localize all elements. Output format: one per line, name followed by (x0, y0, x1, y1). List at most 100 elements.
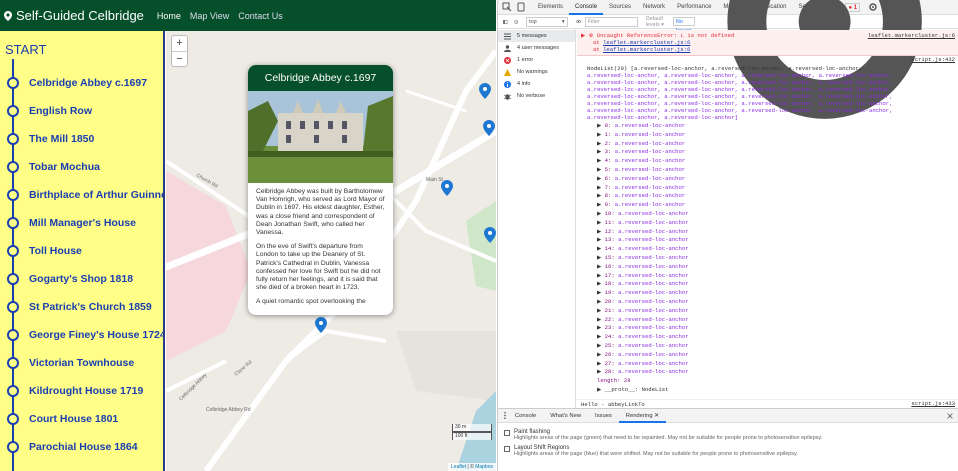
nodelist-item[interactable]: ▶ 13: a.reversed-loc-anchor (577, 236, 958, 245)
expand-arrow-icon[interactable]: ▶ (597, 236, 605, 243)
tab-console[interactable]: Console (569, 0, 604, 15)
stack-link[interactable]: leaflet.markercluster.js:6 (603, 46, 690, 53)
expand-arrow-icon[interactable]: ▶ (597, 333, 605, 340)
expand-arrow-icon[interactable]: ▶ (597, 245, 605, 252)
info-filter[interactable]: 4 info (498, 78, 575, 90)
nodelist-item[interactable]: ▶ 3: a.reversed-loc-anchor (577, 148, 958, 157)
map-marker-icon[interactable] (483, 120, 495, 136)
nodelist-item[interactable]: ▶ 10: a.reversed-loc-anchor (577, 210, 958, 219)
map-marker-icon[interactable] (441, 180, 453, 196)
nodelist-item[interactable]: ▶ 2: a.reversed-loc-anchor (577, 140, 958, 149)
user-messages-filter[interactable]: 4 user messages (498, 42, 575, 54)
nodelist-item[interactable]: ▶ 12: a.reversed-loc-anchor (577, 228, 958, 237)
expand-arrow-icon[interactable]: ▶ (581, 32, 585, 39)
nodelist-item[interactable]: ▶ 27: a.reversed-loc-anchor (577, 360, 958, 369)
nodelist-item[interactable]: ▶ 5: a.reversed-loc-anchor (577, 166, 958, 175)
device-toggle-icon[interactable] (516, 2, 526, 12)
tour-stop-label[interactable]: Parochial House 1864 (29, 441, 138, 453)
messages-filter[interactable]: 5 messages (498, 30, 575, 42)
nodelist-item[interactable]: ▶ 23: a.reversed-loc-anchor (577, 324, 958, 333)
nodelist-item[interactable]: ▶ 1: a.reversed-loc-anchor (577, 131, 958, 140)
nodelist-item[interactable]: ▶ 26: a.reversed-loc-anchor (577, 351, 958, 360)
nodelist-item[interactable]: ▶ 4: a.reversed-loc-anchor (577, 157, 958, 166)
nodelist-item[interactable]: ▶ 15: a.reversed-loc-anchor (577, 254, 958, 263)
nodelist-item[interactable]: ▶ 7: a.reversed-loc-anchor (577, 184, 958, 193)
tour-stop-label[interactable]: Court House 1801 (29, 413, 118, 425)
layout-shift-checkbox[interactable] (504, 446, 510, 452)
filter-input[interactable]: Filter (584, 16, 638, 27)
nodelist-item[interactable]: ▶ 6: a.reversed-loc-anchor (577, 175, 958, 184)
nodelist-log[interactable]: NodeList(29) [a.reversed-loc-anchor, a.r… (577, 64, 958, 122)
expand-arrow-icon[interactable]: ▶ (597, 210, 605, 217)
map-marker-icon[interactable] (479, 83, 491, 99)
verbose-filter[interactable]: No verbose (498, 90, 575, 102)
clear-console-icon[interactable] (514, 18, 519, 26)
tour-stop-label[interactable]: English Row (29, 105, 92, 117)
nodelist-item[interactable]: ▶ 25: a.reversed-loc-anchor (577, 342, 958, 351)
mapbox-link[interactable]: Mapbox (475, 464, 493, 470)
tour-stop-label[interactable]: Victorian Townhouse (29, 357, 134, 369)
tour-stop-label[interactable]: Gogarty's Shop 1818 (29, 273, 133, 285)
errors-filter[interactable]: 1 error (498, 54, 575, 66)
log-levels-dropdown[interactable]: Default levels ▾ (646, 16, 667, 28)
paint-flashing-checkbox[interactable] (504, 430, 510, 436)
expand-arrow-icon[interactable]: ▶ (597, 289, 605, 296)
tab-network[interactable]: Network (637, 0, 671, 15)
nav-map-view[interactable]: Map View (190, 11, 229, 21)
nodelist-item[interactable]: ▶ 17: a.reversed-loc-anchor (577, 272, 958, 281)
expand-arrow-icon[interactable]: ▶ (597, 219, 605, 226)
tour-stop-label[interactable]: George Finey's House 1724 (29, 329, 163, 341)
tour-stop-label[interactable]: Tobar Mochua (29, 161, 100, 173)
nodelist-item[interactable]: ▶ 19: a.reversed-loc-anchor (577, 289, 958, 298)
nodelist-item[interactable]: ▶ 28: a.reversed-loc-anchor (577, 368, 958, 377)
expand-arrow-icon[interactable]: ▶ (597, 131, 605, 138)
nodelist-item[interactable]: ▶ 11: a.reversed-loc-anchor (577, 219, 958, 228)
expand-arrow-icon[interactable]: ▶ (597, 166, 605, 173)
expand-arrow-icon[interactable]: ▶ (597, 360, 605, 367)
drawer-tab-issues[interactable]: Issues (588, 409, 619, 423)
expand-arrow-icon[interactable]: ▶ (597, 254, 605, 261)
expand-arrow-icon[interactable]: ▶ (597, 228, 605, 235)
expand-arrow-icon[interactable]: ▶ (597, 157, 605, 164)
brand[interactable]: Self-Guided Celbridge (2, 8, 144, 23)
expand-arrow-icon[interactable]: ▶ (597, 368, 605, 375)
map-marker-icon[interactable] (315, 317, 327, 333)
tour-stop-label[interactable]: The Mill 1850 (29, 133, 94, 145)
expand-arrow-icon[interactable]: ▶ (597, 351, 605, 358)
layout-shift-option[interactable]: Layout Shift Regions Highlights areas of … (498, 441, 958, 457)
expand-arrow-icon[interactable]: ▶ (597, 342, 605, 349)
expand-arrow-icon[interactable]: ▶ (597, 324, 605, 331)
drawer-tab-console[interactable]: Console (508, 409, 543, 423)
expand-arrow-icon[interactable]: ▶ (597, 316, 605, 323)
close-icon[interactable] (946, 412, 954, 420)
expand-arrow-icon[interactable]: ▶ (597, 298, 605, 305)
tour-stop-label[interactable]: Kildrought House 1719 (29, 385, 143, 397)
log-source-link[interactable]: script.js:433 (911, 400, 955, 407)
inspect-icon[interactable] (502, 2, 512, 12)
nav-home[interactable]: Home (157, 11, 181, 21)
nodelist-item[interactable]: ▶ 18: a.reversed-loc-anchor (577, 280, 958, 289)
nodelist-item[interactable]: ▶ 0: a.reversed-loc-anchor (577, 122, 958, 131)
nodelist-item[interactable]: ▶ 16: a.reversed-loc-anchor (577, 263, 958, 272)
expand-arrow-icon[interactable]: ▶ (597, 148, 605, 155)
expand-arrow-icon[interactable]: ▶ (597, 122, 605, 129)
expand-arrow-icon[interactable]: ▶ (597, 140, 605, 147)
zoom-out-button[interactable]: − (172, 51, 187, 66)
map-marker-icon[interactable] (484, 227, 496, 243)
tour-stop-label[interactable]: Mill Manager's House (29, 217, 136, 229)
stack-link[interactable]: leaflet.markercluster.js:6 (603, 39, 690, 46)
context-select[interactable]: top ▾ (526, 16, 568, 27)
nav-contact-us[interactable]: Contact Us (238, 11, 283, 21)
nodelist-item[interactable]: ▶ 8: a.reversed-loc-anchor (577, 192, 958, 201)
leaflet-link[interactable]: Leaflet (451, 464, 466, 470)
zoom-in-button[interactable]: + (172, 36, 187, 51)
tour-stop-label[interactable]: St Patrick's Church 1859 (29, 301, 152, 313)
tab-sources[interactable]: Sources (603, 0, 637, 15)
tour-stop-label[interactable]: Celbridge Abbey c.1697 (29, 77, 147, 89)
tour-stop-label[interactable]: Toll House (29, 245, 82, 257)
tour-stop-label[interactable]: Birthplace of Arthur Guinness (29, 189, 163, 201)
nodelist-item[interactable]: ▶ 9: a.reversed-loc-anchor (577, 201, 958, 210)
expand-arrow-icon[interactable]: ▶ (597, 263, 605, 270)
nodelist-item[interactable]: ▶ 24: a.reversed-loc-anchor (577, 333, 958, 342)
expand-arrow-icon[interactable]: ▶ (597, 184, 605, 191)
